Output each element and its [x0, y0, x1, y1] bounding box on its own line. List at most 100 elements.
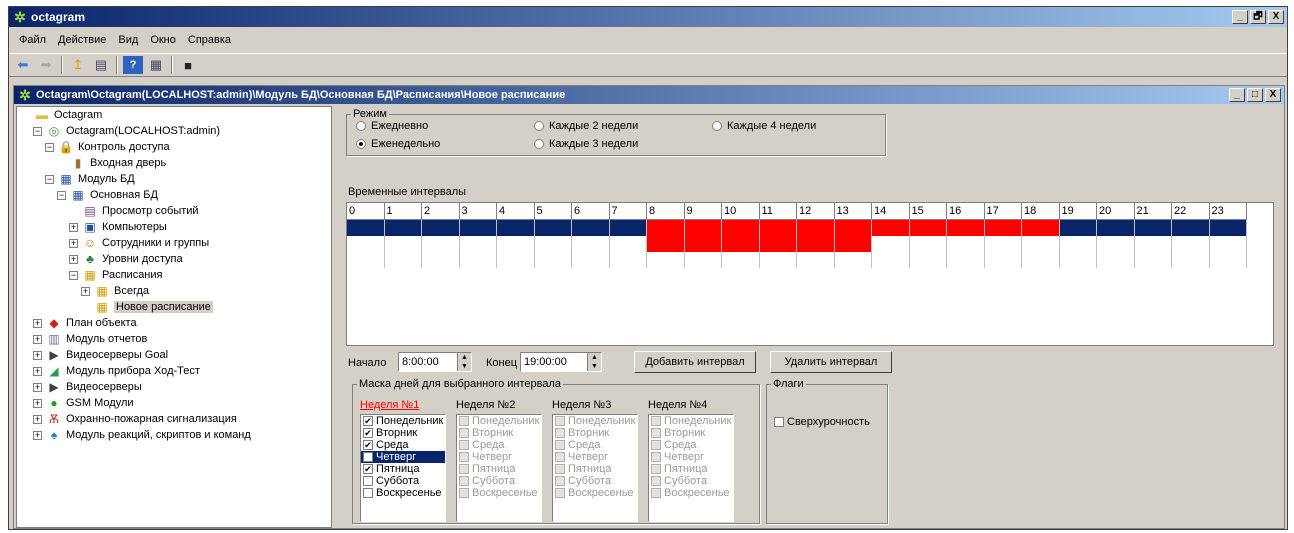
interval-cell[interactable]	[1172, 236, 1210, 252]
tree-item[interactable]: + ♣ Уровни доступа	[69, 251, 183, 267]
interval-cell[interactable]	[797, 220, 835, 236]
week-3-days-list[interactable]: Понедельник Вторник Среда Четверг Пятница Суб…	[552, 414, 638, 522]
interval-cell[interactable]	[459, 236, 497, 252]
interval-cell[interactable]	[1209, 220, 1247, 236]
tree-item[interactable]: ▮ Входная дверь	[57, 155, 167, 171]
interval-cell[interactable]	[384, 220, 422, 236]
child-maximize-button[interactable]: □	[1247, 88, 1263, 102]
interval-cell[interactable]	[384, 236, 422, 252]
mode-weekly-radio[interactable]: Еженедельно	[356, 138, 440, 150]
interval-cell[interactable]	[1059, 220, 1097, 236]
interval-cell[interactable]	[1134, 236, 1172, 252]
week-2-label[interactable]: Неделя №2	[456, 399, 515, 411]
expand-toggle-icon[interactable]: +	[69, 254, 78, 264]
interval-cell[interactable]	[497, 252, 535, 268]
interval-cell[interactable]	[872, 252, 910, 268]
mode-3weeks-radio[interactable]: Каждые 3 недели	[534, 138, 638, 150]
interval-cell[interactable]	[909, 236, 947, 252]
day-checkbox[interactable]: Суббота	[361, 475, 445, 487]
overtime-checkbox[interactable]: Сверхурочность	[774, 416, 870, 428]
delete-interval-button[interactable]: Удалить интервал	[770, 351, 892, 373]
interval-cell[interactable]	[422, 236, 460, 252]
expand-toggle-icon[interactable]: +	[33, 366, 42, 376]
tree-item[interactable]: ▬ Octagram	[21, 107, 102, 123]
interval-cell[interactable]	[1022, 252, 1060, 268]
expand-toggle-icon[interactable]: +	[33, 318, 42, 328]
expand-toggle-icon[interactable]: +	[69, 238, 78, 248]
interval-cell[interactable]	[459, 220, 497, 236]
interval-cell[interactable]	[534, 236, 572, 252]
schedule-window-title-bar[interactable]: ✲ Octagram\Octagram(LOCALHOST:admin)\Мод…	[14, 86, 1284, 104]
close-button[interactable]: X	[1268, 10, 1284, 24]
expand-toggle-icon[interactable]: −	[57, 190, 66, 200]
expand-toggle-icon[interactable]: +	[69, 222, 78, 232]
expand-toggle-icon[interactable]: +	[33, 334, 42, 344]
tree-item[interactable]: − 🔒 Контроль доступа	[45, 139, 170, 155]
interval-cell[interactable]	[684, 220, 722, 236]
interval-cell[interactable]	[1134, 252, 1172, 268]
day-checkbox[interactable]: ✔ Понедельник	[361, 415, 445, 427]
intervals-grid[interactable]: 0 1 2 3 4 5 6 7 8 9 10 11 12 13 14 15 16 17 18 19 20 21 22 23	[346, 202, 1274, 346]
tree-item[interactable]: + ▣ Компьютеры	[69, 219, 167, 235]
interval-cell[interactable]	[534, 252, 572, 268]
interval-cell[interactable]	[797, 236, 835, 252]
interval-cell[interactable]	[947, 236, 985, 252]
tree-item[interactable]: ▦ Новое расписание	[81, 299, 213, 315]
interval-cell[interactable]	[722, 220, 760, 236]
child-close-button[interactable]: X	[1265, 88, 1281, 102]
navigation-tree[interactable]: ▬ Octagram − ◎ Octagram(LOCALHOST:admin) − 🔒 Ко…	[16, 106, 332, 528]
tree-item[interactable]: − ▦ Основная БД	[57, 187, 158, 203]
week-3-label[interactable]: Неделя №3	[552, 399, 611, 411]
expand-toggle-icon[interactable]: +	[33, 398, 42, 408]
day-checkbox[interactable]: ✔ Четверг	[361, 451, 445, 463]
tree-item[interactable]: + ◢ Модуль прибора Ход-Тест	[33, 363, 200, 379]
week-4-label[interactable]: Неделя №4	[648, 399, 707, 411]
forward-arrow-icon[interactable]: ➡	[36, 56, 56, 74]
interval-cell[interactable]	[684, 236, 722, 252]
interval-cell[interactable]	[572, 252, 610, 268]
interval-cell[interactable]	[572, 236, 610, 252]
tree-item[interactable]: + ♠ Модуль реакций, скриптов и команд	[33, 427, 251, 443]
interval-cell[interactable]	[759, 220, 797, 236]
interval-cell[interactable]	[909, 252, 947, 268]
expand-toggle-icon[interactable]: −	[69, 270, 78, 280]
minimize-button[interactable]: _	[1232, 10, 1248, 24]
interval-cell[interactable]	[759, 252, 797, 268]
interval-cell[interactable]	[647, 236, 685, 252]
mode-4weeks-radio[interactable]: Каждые 4 недели	[712, 120, 816, 132]
day-checkbox[interactable]: ✔ Пятница	[361, 463, 445, 475]
interval-cell[interactable]	[1022, 220, 1060, 236]
menu-file[interactable]: Файл	[13, 34, 52, 46]
interval-cell[interactable]	[422, 220, 460, 236]
help-icon[interactable]: ?	[123, 56, 143, 74]
interval-cell[interactable]	[497, 220, 535, 236]
week-4-days-list[interactable]: Понедельник Вторник Среда Четверг Пятница Суб…	[648, 414, 734, 522]
interval-cell[interactable]	[797, 252, 835, 268]
interval-cell[interactable]	[609, 252, 647, 268]
interval-cell[interactable]	[984, 236, 1022, 252]
tree-item[interactable]: − ▦ Расписания	[69, 267, 162, 283]
expand-toggle-icon[interactable]: +	[33, 430, 42, 440]
interval-cell[interactable]	[1209, 236, 1247, 252]
interval-cell[interactable]	[609, 220, 647, 236]
interval-cell[interactable]	[834, 220, 872, 236]
interval-cell[interactable]	[722, 252, 760, 268]
interval-cell[interactable]	[647, 252, 685, 268]
interval-cell[interactable]	[1097, 220, 1135, 236]
interval-cell[interactable]	[347, 220, 385, 236]
interval-cell[interactable]	[1209, 252, 1247, 268]
child-minimize-button[interactable]: _	[1229, 88, 1245, 102]
tree-item[interactable]: + ▦ Всегда	[81, 283, 149, 299]
interval-cell[interactable]	[1022, 236, 1060, 252]
interval-cell[interactable]	[1172, 252, 1210, 268]
menu-view[interactable]: Вид	[112, 34, 144, 46]
tree-item[interactable]: + Ѫ Охранно-пожарная сигнализация	[33, 411, 237, 427]
interval-row[interactable]	[347, 220, 1247, 236]
menu-help[interactable]: Справка	[182, 34, 237, 46]
interval-cell[interactable]	[459, 252, 497, 268]
interval-cell[interactable]	[947, 252, 985, 268]
show-tree-icon[interactable]: ▤	[91, 56, 111, 74]
interval-cell[interactable]	[609, 236, 647, 252]
interval-cell[interactable]	[909, 220, 947, 236]
interval-cell[interactable]	[647, 220, 685, 236]
